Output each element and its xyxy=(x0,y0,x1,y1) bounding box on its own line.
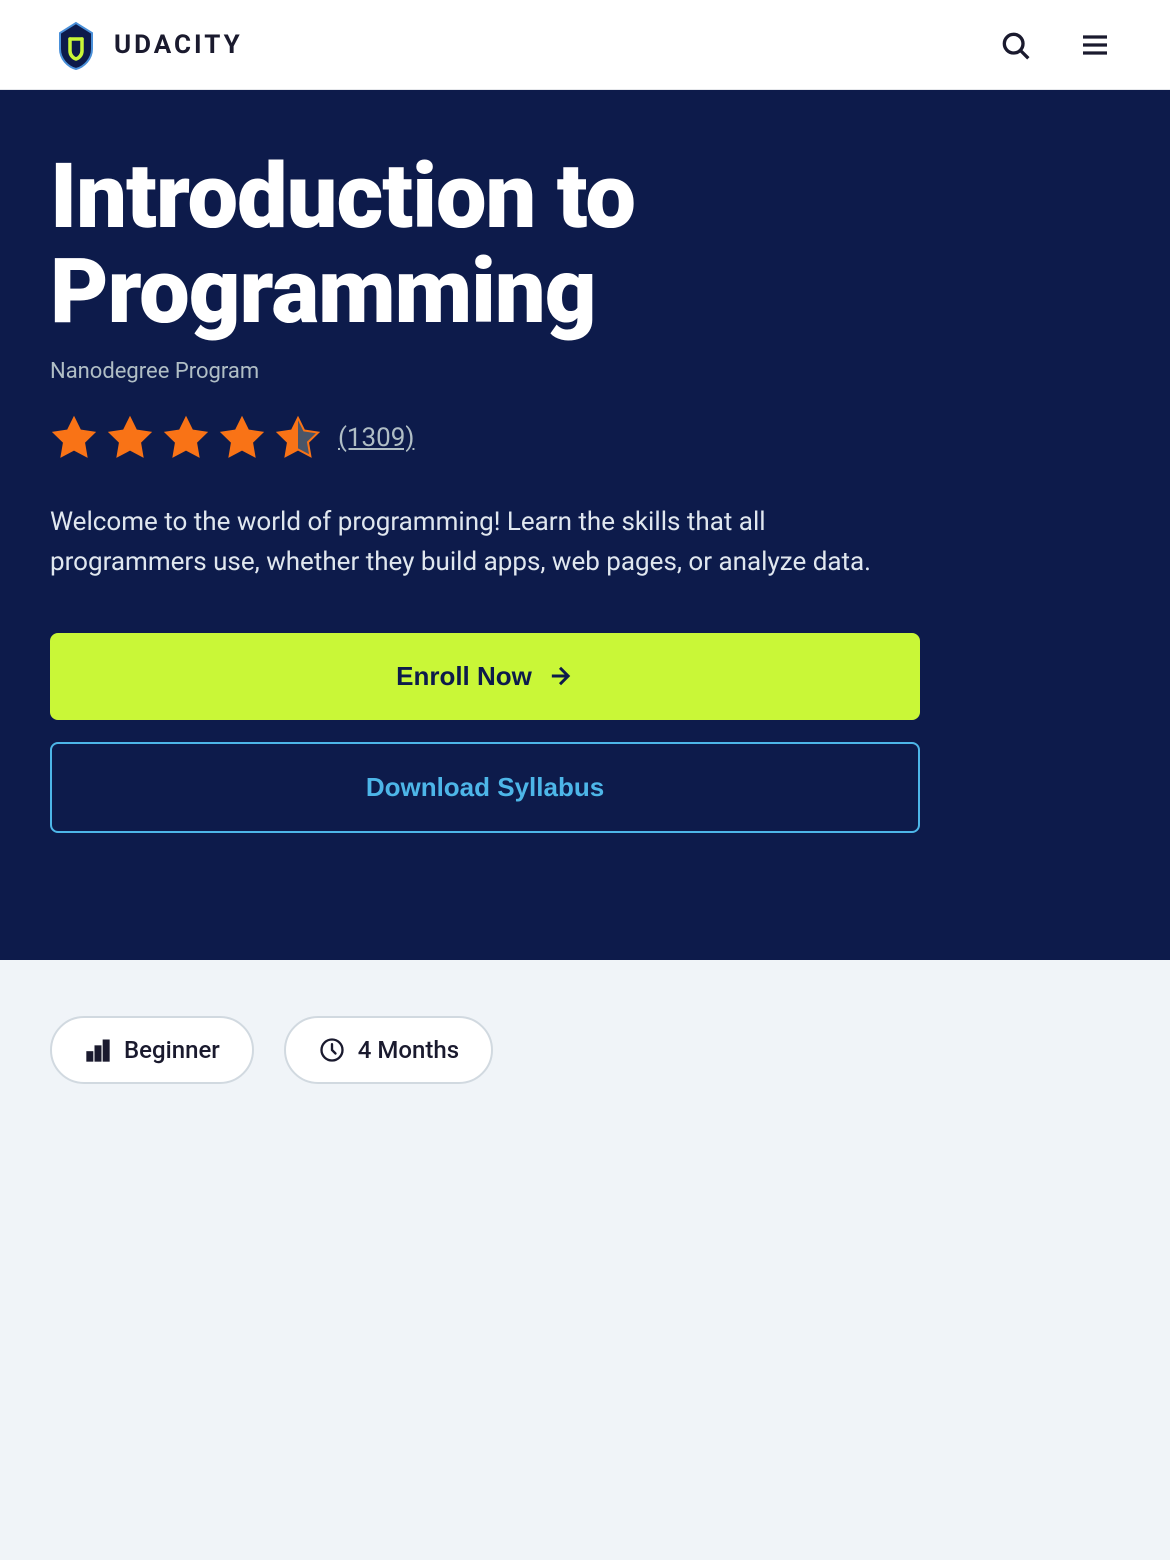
rating-row: (1309) xyxy=(50,414,1120,462)
header: UDACITY xyxy=(0,0,1170,90)
syllabus-label: Download Syllabus xyxy=(366,772,604,803)
search-icon xyxy=(999,29,1031,61)
star-5-half xyxy=(274,414,322,462)
hero-description: Welcome to the world of programming! Lea… xyxy=(50,502,910,583)
level-badge: Beginner xyxy=(50,1016,254,1084)
clock-icon xyxy=(318,1036,346,1064)
header-actions xyxy=(990,20,1120,70)
arrow-right-icon xyxy=(546,662,574,690)
enroll-button[interactable]: Enroll Now xyxy=(50,633,920,720)
star-1 xyxy=(50,414,98,462)
menu-button[interactable] xyxy=(1070,20,1120,70)
logo-text: UDACITY xyxy=(114,30,243,60)
star-2 xyxy=(106,414,154,462)
rating-count[interactable]: (1309) xyxy=(338,423,414,453)
logo[interactable]: UDACITY xyxy=(50,19,243,71)
hamburger-icon xyxy=(1079,29,1111,61)
page-title: Introduction to Programming xyxy=(50,150,1120,339)
udacity-logo-icon xyxy=(50,19,102,71)
star-4 xyxy=(218,414,266,462)
program-type: Nanodegree Program xyxy=(50,359,1120,384)
enroll-label: Enroll Now xyxy=(396,661,532,692)
syllabus-button[interactable]: Download Syllabus xyxy=(50,742,920,833)
level-label: Beginner xyxy=(124,1036,220,1064)
hero-section: Introduction to Programming Nanodegree P… xyxy=(0,90,1170,960)
info-section: Beginner 4 Months xyxy=(0,960,1170,1140)
duration-badge: 4 Months xyxy=(284,1016,493,1084)
duration-label: 4 Months xyxy=(358,1036,459,1064)
bar-chart-icon xyxy=(84,1036,112,1064)
star-3 xyxy=(162,414,210,462)
search-button[interactable] xyxy=(990,20,1040,70)
